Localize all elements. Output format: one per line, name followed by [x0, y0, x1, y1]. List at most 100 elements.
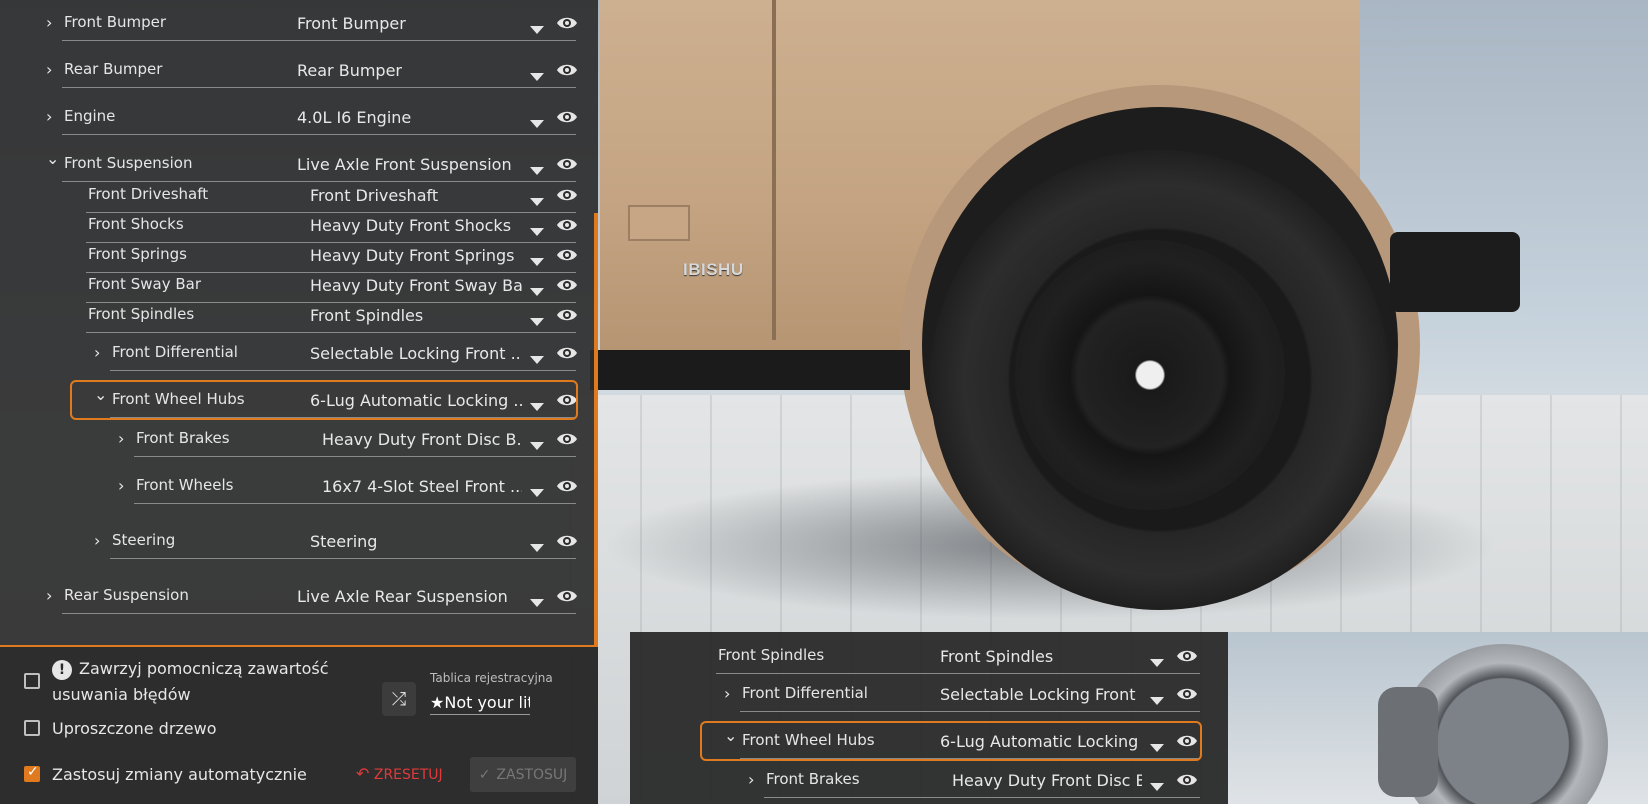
chevron-right-icon[interactable]: › — [94, 343, 108, 362]
visibility-eye-icon[interactable] — [556, 588, 578, 602]
chevron-right-icon[interactable]: › — [118, 429, 132, 448]
visibility-eye-icon[interactable] — [556, 62, 578, 76]
part-slot-label: Front Differential — [112, 343, 238, 361]
part-select-value[interactable]: Heavy Duty Front Disc B... — [322, 430, 522, 449]
chevron-right-icon[interactable]: › — [94, 531, 108, 550]
row-divider — [110, 558, 576, 559]
tree-row[interactable] — [630, 637, 1200, 677]
visibility-eye-icon[interactable] — [556, 533, 578, 547]
dropdown-caret-icon[interactable] — [530, 442, 544, 450]
chevron-right-icon[interactable]: › — [724, 684, 738, 703]
dropdown-caret-icon[interactable] — [530, 198, 544, 206]
row-divider — [62, 87, 576, 88]
dropdown-caret-icon[interactable] — [1150, 783, 1164, 791]
part-select-value[interactable]: Selectable Locking Front ... — [310, 344, 522, 363]
auto-apply-label: Zastosuj zmiany automatycznie — [52, 765, 307, 784]
dropdown-caret-icon[interactable] — [530, 167, 544, 175]
dropdown-caret-icon[interactable] — [530, 288, 544, 296]
chevron-right-icon[interactable]: › — [748, 770, 762, 789]
part-select-value[interactable]: 4.0L I6 Engine — [297, 108, 411, 127]
plate-label: Tablica rejestracyjna — [430, 671, 553, 685]
randomize-plate-button[interactable]: ⤮ — [382, 682, 416, 716]
part-select-value[interactable]: Heavy Duty Front Disc B... — [952, 771, 1142, 790]
part-slot-label: Rear Suspension — [64, 586, 189, 604]
part-slot-label: Front Wheels — [136, 476, 234, 494]
tree-row[interactable] — [0, 296, 576, 336]
part-select-value[interactable]: Front Bumper — [297, 14, 406, 33]
chevron-right-icon[interactable]: › — [46, 60, 60, 79]
row-divider — [764, 797, 1200, 798]
visibility-eye-icon[interactable] — [556, 15, 578, 29]
reset-button[interactable]: ↶ ZRESETUJ — [356, 764, 443, 783]
chevron-down-icon[interactable]: ⌄ — [46, 149, 60, 168]
steel-wheel — [1015, 240, 1285, 510]
dropdown-caret-icon[interactable] — [530, 356, 544, 364]
visibility-eye-icon[interactable] — [556, 307, 578, 321]
visibility-eye-icon[interactable] — [556, 478, 578, 492]
license-plate-input[interactable] — [430, 690, 530, 715]
part-slot-label: Steering — [112, 531, 176, 549]
dropdown-caret-icon[interactable] — [530, 73, 544, 81]
part-slot-label: Front Spindles — [718, 646, 825, 664]
auto-apply-checkbox[interactable] — [24, 764, 40, 782]
chevron-right-icon[interactable]: › — [118, 476, 132, 495]
chevron-right-icon[interactable]: › — [46, 107, 60, 126]
part-select-value[interactable]: Heavy Duty Front Shocks — [310, 216, 511, 235]
part-select-value[interactable]: Heavy Duty Front Springs — [310, 246, 515, 265]
part-select-value[interactable]: Front Spindles — [310, 306, 423, 325]
part-slot-label: Rear Bumper — [64, 60, 163, 78]
visibility-eye-icon[interactable] — [556, 217, 578, 231]
dropdown-caret-icon[interactable] — [1150, 659, 1164, 667]
apply-label: ZASTOSUJ — [496, 766, 568, 783]
visibility-eye-icon[interactable] — [556, 187, 578, 201]
part-select-value[interactable]: Rear Bumper — [297, 61, 402, 80]
visibility-eye-icon[interactable] — [1176, 772, 1198, 786]
visibility-eye-icon[interactable] — [556, 345, 578, 359]
dropdown-caret-icon[interactable] — [1150, 697, 1164, 705]
apply-button[interactable]: ✓ ZASTOSUJ — [470, 757, 576, 792]
part-select-value[interactable]: Steering — [310, 532, 377, 551]
part-slot-label: Front Suspension — [64, 154, 193, 172]
visibility-eye-icon[interactable] — [1176, 686, 1198, 700]
dropdown-caret-icon[interactable] — [530, 258, 544, 266]
debug-content-checkbox[interactable] — [24, 673, 40, 689]
part-select-value[interactable]: Live Axle Rear Suspension — [297, 587, 508, 606]
part-slot-label: Engine — [64, 107, 116, 125]
part-select-value[interactable]: Front Driveshaft — [310, 186, 438, 205]
panel-scroll-accent[interactable] — [594, 213, 598, 645]
dropdown-caret-icon[interactable] — [530, 489, 544, 497]
dropdown-caret-icon[interactable] — [530, 228, 544, 236]
part-select-value[interactable]: Selectable Locking Front ... — [940, 685, 1142, 704]
visibility-eye-icon[interactable] — [556, 247, 578, 261]
visibility-eye-icon[interactable] — [556, 277, 578, 291]
dropdown-caret-icon[interactable] — [530, 318, 544, 326]
chevron-right-icon[interactable]: › — [46, 586, 60, 605]
visibility-eye-icon[interactable] — [556, 156, 578, 170]
part-slot-label: Front Springs — [88, 245, 187, 263]
dropdown-caret-icon[interactable] — [530, 26, 544, 34]
visibility-eye-icon[interactable] — [1176, 648, 1198, 662]
dropdown-caret-icon[interactable] — [530, 120, 544, 128]
debug-content-label: Zawrzyj pomocniczą zawartość — [79, 659, 329, 678]
simple-tree-label: Uproszczone drzewo — [52, 719, 217, 738]
door-hinge — [628, 205, 690, 241]
dropdown-caret-icon[interactable] — [530, 599, 544, 607]
part-select-value[interactable]: 16x7 4-Slot Steel Front ... — [322, 477, 522, 496]
part-select-value[interactable]: Heavy Duty Front Sway Bar — [310, 276, 522, 295]
tree-row[interactable] — [0, 522, 576, 562]
part-select-value[interactable]: Front Spindles — [940, 647, 1053, 666]
row-divider — [134, 456, 576, 457]
part-slot-label: Front Brakes — [136, 429, 230, 447]
row-divider — [134, 503, 576, 504]
dropdown-caret-icon[interactable] — [530, 544, 544, 552]
part-select-value[interactable]: Live Axle Front Suspension — [297, 155, 512, 174]
inset-brake-view — [1228, 632, 1648, 804]
row-divider — [62, 613, 576, 614]
brake-caliper — [1378, 687, 1438, 797]
visibility-eye-icon[interactable] — [556, 431, 578, 445]
selected-row-highlight — [700, 721, 1202, 761]
visibility-eye-icon[interactable] — [556, 109, 578, 123]
part-slot-label: Front Shocks — [88, 215, 184, 233]
chevron-right-icon[interactable]: › — [46, 13, 60, 32]
simple-tree-checkbox[interactable] — [24, 720, 40, 736]
